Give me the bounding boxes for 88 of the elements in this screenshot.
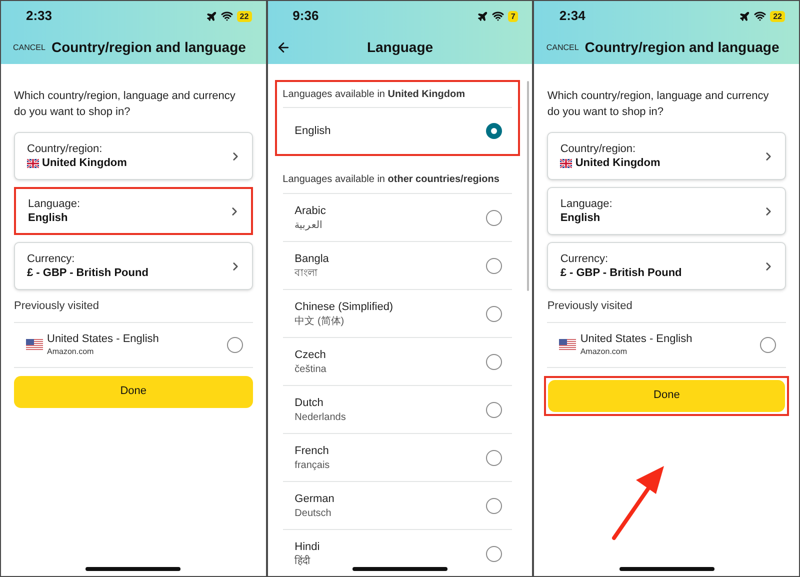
language-name: Czech <box>294 348 326 362</box>
airplane-icon <box>476 10 488 22</box>
question-text: Which country/region, language and currency do you want to shop in? <box>14 89 236 120</box>
site-domain: Amazon.com <box>580 346 628 356</box>
option-value: English <box>28 211 68 225</box>
option-label: Currency: <box>27 252 76 266</box>
radio-button[interactable] <box>486 498 502 514</box>
section-label: Previously visited <box>14 299 100 314</box>
option-value: United Kingdom <box>575 156 660 170</box>
screen-title: Country/region and language <box>584 38 780 57</box>
option-value: £ - GBP - British Pound <box>560 266 682 280</box>
settings-option[interactable]: Country/region: United Kingdom <box>547 132 786 180</box>
flag-icon <box>26 338 43 350</box>
radio-button[interactable] <box>486 258 502 274</box>
native-language-name: हिंदी <box>294 554 312 568</box>
language-name: English <box>294 124 331 139</box>
airplane-icon <box>206 10 217 22</box>
battery-indicator: 7 <box>508 10 518 22</box>
native-language-name: 中文 (简体) <box>294 314 346 328</box>
status-time: 2:33 <box>26 7 52 26</box>
radio-button[interactable] <box>486 123 502 139</box>
section-label: Previously visited <box>547 299 634 314</box>
status-time: 9:36 <box>292 7 319 26</box>
settings-option[interactable]: Country/region: United Kingdom <box>14 132 253 180</box>
native-language-name: français <box>294 458 330 472</box>
option-value: English <box>560 211 600 225</box>
native-language-name: বাংলা <box>294 266 319 280</box>
option-value: United Kingdom <box>42 156 127 170</box>
language-row[interactable]: Dutch Nederlands <box>282 386 512 434</box>
language-name: French <box>294 444 330 458</box>
native-language-name: Deutsch <box>294 506 332 520</box>
airplane-icon <box>739 10 750 22</box>
option-label: Country/region: <box>27 142 104 156</box>
flag-icon <box>27 158 39 168</box>
flag-icon <box>559 338 576 350</box>
radio-button[interactable] <box>760 336 776 352</box>
native-language-name: العربية <box>294 218 324 232</box>
site-name: United States - English <box>580 332 692 346</box>
screen-title: Language <box>366 38 434 57</box>
language-name: Arabic <box>294 204 326 218</box>
language-name: Dutch <box>294 396 324 410</box>
radio-button[interactable] <box>486 210 502 226</box>
site-domain: Amazon.com <box>47 346 95 356</box>
radio-button[interactable] <box>486 450 502 466</box>
radio-button[interactable] <box>226 336 243 352</box>
flag-icon <box>560 158 572 168</box>
language-name: Chinese (Simplified) <box>294 300 394 314</box>
option-label: Language: <box>560 197 612 211</box>
option-label: Currency: <box>560 252 610 266</box>
language-name: Hindi <box>294 540 320 554</box>
radio-button[interactable] <box>486 546 502 562</box>
option-value: £ - GBP - British Pound <box>27 266 148 280</box>
wifi-icon <box>220 10 233 22</box>
settings-option[interactable]: Language: English <box>547 187 786 235</box>
battery-indicator: 22 <box>770 10 786 22</box>
language-row[interactable]: Czech čeština <box>282 338 512 386</box>
cancel-button[interactable]: CANCEL <box>546 42 579 54</box>
language-row[interactable]: English <box>282 108 512 154</box>
previous-site-row[interactable]: United States - English Amazon.com <box>14 322 253 368</box>
done-button[interactable]: Done <box>14 376 253 408</box>
question-text: Which country/region, language and currency do you want to shop in? <box>547 89 770 120</box>
section-heading: Languages available in other countries/regions <box>282 173 500 187</box>
radio-button[interactable] <box>486 306 502 322</box>
option-label: Language: <box>28 197 80 211</box>
settings-option[interactable]: Language: English <box>14 187 253 235</box>
language-name: Bangla <box>294 252 329 266</box>
wifi-icon <box>492 10 504 22</box>
language-row[interactable]: German Deutsch <box>282 482 512 530</box>
screen-title: Country/region and language <box>51 38 246 57</box>
language-row[interactable]: Bangla বাংলা <box>282 242 512 290</box>
option-label: Country/region: <box>560 142 637 156</box>
section-heading: Languages available in United Kingdom <box>282 88 465 102</box>
cancel-button[interactable]: CANCEL <box>13 42 46 54</box>
radio-button[interactable] <box>486 402 502 418</box>
status-time: 2:34 <box>559 7 586 26</box>
radio-button[interactable] <box>486 354 502 370</box>
settings-option[interactable]: Currency: £ - GBP - British Pound <box>547 242 786 290</box>
battery-indicator: 22 <box>236 10 252 22</box>
wifi-icon <box>754 10 766 22</box>
native-language-name: čeština <box>294 362 326 376</box>
language-row[interactable]: Chinese (Simplified) 中文 (简体) <box>282 290 512 338</box>
settings-option[interactable]: Currency: £ - GBP - British Pound <box>14 242 253 290</box>
done-button[interactable]: Done <box>548 380 786 412</box>
previous-site-row[interactable]: United States - English Amazon.com <box>547 322 786 368</box>
site-name: United States - English <box>47 332 159 346</box>
language-row[interactable]: French français <box>282 434 512 482</box>
native-language-name: Nederlands <box>294 410 346 424</box>
language-name: German <box>294 492 334 506</box>
